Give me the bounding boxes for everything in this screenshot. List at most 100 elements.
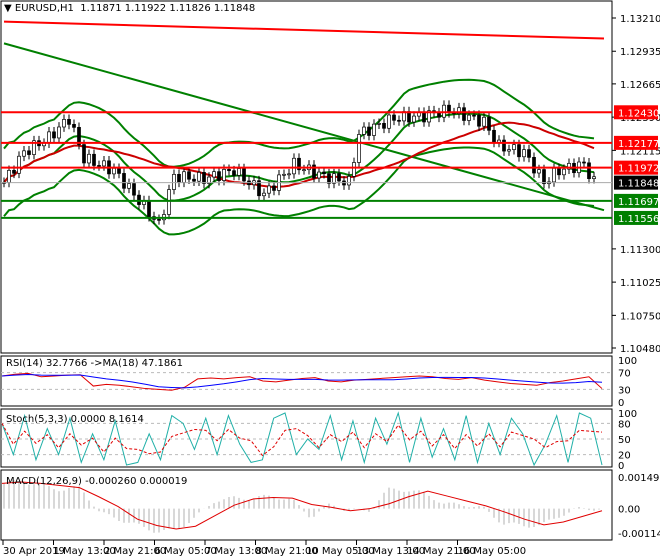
level-label: 1.12177 <box>618 139 659 150</box>
candle-body <box>552 167 556 183</box>
candle-body <box>272 185 276 191</box>
stoch-tick-label: 80 <box>618 419 631 430</box>
candle-body <box>517 144 521 158</box>
rsi-line <box>1 372 603 391</box>
price-tick-label: 1.11025 <box>620 278 660 289</box>
candle-body <box>347 176 351 186</box>
candle-body <box>197 172 201 182</box>
candle-body <box>542 169 546 185</box>
candle-body <box>562 168 566 176</box>
candle-body <box>267 185 271 194</box>
candle-body <box>537 169 541 174</box>
main-panel-frame <box>0 0 613 354</box>
candle-body <box>592 176 596 180</box>
candle-body <box>52 131 56 139</box>
candle-body <box>322 171 326 175</box>
candle-body <box>392 114 396 121</box>
candle-body <box>12 169 16 174</box>
candle-body <box>397 119 401 122</box>
candle-body <box>472 114 476 117</box>
candle-body <box>172 173 176 190</box>
stoch-tick-label: 100 <box>618 409 637 420</box>
trendline <box>3 20 605 40</box>
chart-window[interactable]: ▼ EURUSD,H1 1.11871 1.11922 1.11826 1.11… <box>0 0 660 560</box>
candle-body <box>112 167 116 175</box>
candle-body <box>372 123 376 136</box>
candle-body <box>232 170 236 176</box>
candle-body <box>27 150 31 155</box>
candle-body <box>262 192 266 197</box>
macd-tick-label: -0.001148 <box>618 529 660 540</box>
candle-body <box>302 169 306 172</box>
candle-body <box>117 167 121 174</box>
candle-body <box>352 162 356 177</box>
price-tick-label: 1.12935 <box>620 47 660 58</box>
candle-body <box>507 149 511 152</box>
candle-body <box>487 116 491 131</box>
candle-body <box>62 119 66 128</box>
candle-body <box>137 194 141 205</box>
candle-body <box>467 114 471 121</box>
price-tick-label: 1.12665 <box>620 80 660 91</box>
rsi-tick-label: 100 <box>618 356 637 367</box>
candle-body <box>422 111 426 123</box>
candle-body <box>412 115 416 123</box>
candle-body <box>482 116 486 127</box>
candle-body <box>187 171 191 180</box>
candle-body <box>57 126 61 139</box>
candle-body <box>442 104 446 118</box>
collapse-triangle-icon[interactable]: ▼ <box>4 3 12 14</box>
candle-body <box>177 173 181 183</box>
macd-label: MACD(12,26,9) -0.000260 0.000019 <box>6 476 187 487</box>
candle-body <box>147 200 151 217</box>
macd-signal-line <box>1 481 603 530</box>
candle-body <box>87 153 91 164</box>
level-label: 1.11848 <box>618 179 659 190</box>
candle-body <box>67 119 71 125</box>
candle-body <box>72 124 76 128</box>
candle-body <box>502 139 506 152</box>
candle-body <box>357 134 361 163</box>
level-label: 1.11972 <box>618 164 659 175</box>
candle-body <box>292 157 296 175</box>
symbol-label: EURUSD,H1 <box>14 3 74 14</box>
rsi-tick-label: 70 <box>618 369 631 380</box>
stoch-tick-label: 50 <box>618 435 631 446</box>
candle-body <box>102 160 106 167</box>
candle-body <box>182 171 186 183</box>
candle-body <box>237 168 241 176</box>
candle-body <box>587 162 591 180</box>
candle-body <box>132 183 136 196</box>
candle-body <box>217 171 221 181</box>
candle-body <box>532 157 536 174</box>
candle-body <box>527 149 531 158</box>
candle-body <box>337 173 341 182</box>
rsi-label: RSI(14) 32.7766 ->MA(18) 47.1861 <box>6 358 183 369</box>
candle-body <box>367 126 371 136</box>
chart-canvas[interactable]: 1.132101.129351.126651.123901.121151.113… <box>0 0 660 560</box>
candle-body <box>327 173 331 184</box>
trendline <box>3 42 605 212</box>
level-label: 1.11697 <box>618 197 659 208</box>
candle-body <box>557 167 561 176</box>
rsi-ma-line <box>1 374 603 389</box>
candle-body <box>7 169 11 183</box>
candle-body <box>167 189 171 215</box>
candle-body <box>92 153 96 166</box>
candle-body <box>377 123 381 125</box>
candle-body <box>212 171 216 178</box>
candle-body <box>387 114 391 129</box>
rsi-tick-label: 30 <box>618 385 631 396</box>
candle-body <box>362 126 366 135</box>
candle-body <box>227 169 231 172</box>
price-tick-label: 1.10480 <box>620 344 660 355</box>
level-label: 1.12430 <box>618 108 659 119</box>
candle-body <box>437 112 441 118</box>
candle-body <box>462 107 466 121</box>
stoch-tick-label: 20 <box>618 451 631 462</box>
rsi-tick-label: 0 <box>618 398 624 409</box>
candle-body <box>582 161 586 164</box>
candle-body <box>512 144 516 150</box>
candle-body <box>122 173 126 189</box>
candle-body <box>127 183 131 189</box>
